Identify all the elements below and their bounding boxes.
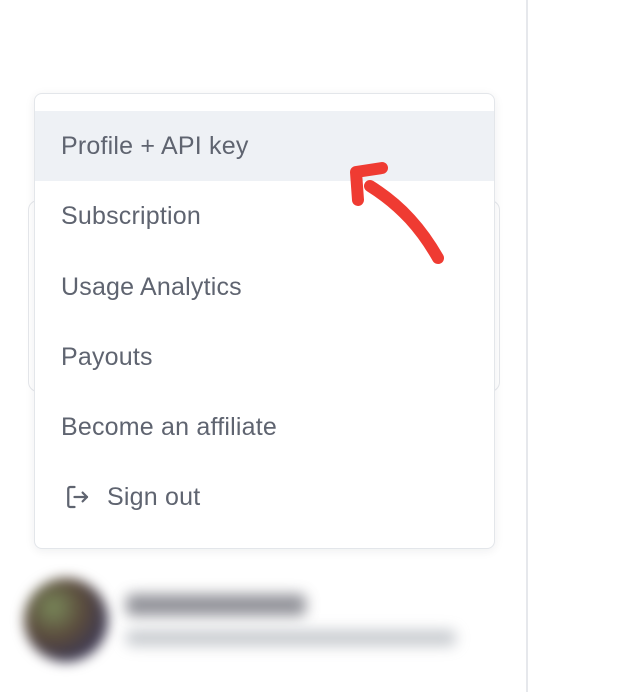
curved-arrow-icon [350,162,444,264]
user-profile-footer[interactable] [20,572,490,672]
user-name-blurred [126,594,306,616]
menu-item-label: Sign out [107,482,201,511]
menu-item-sign-out[interactable]: Sign out [35,462,494,532]
menu-item-payouts[interactable]: Payouts [35,322,494,392]
menu-item-label: Profile + API key [61,131,249,160]
menu-item-label: Subscription [61,201,201,230]
user-email-blurred [126,630,456,646]
menu-item-label: Become an affiliate [61,412,277,441]
sign-out-icon [61,481,93,513]
avatar [24,578,108,662]
menu-item-become-affiliate[interactable]: Become an affiliate [35,392,494,462]
page: Profile + API key Subscription Usage Ana… [0,0,628,692]
menu-item-label: Usage Analytics [61,272,242,301]
menu-item-label: Payouts [61,342,153,371]
pane-divider [526,0,528,692]
